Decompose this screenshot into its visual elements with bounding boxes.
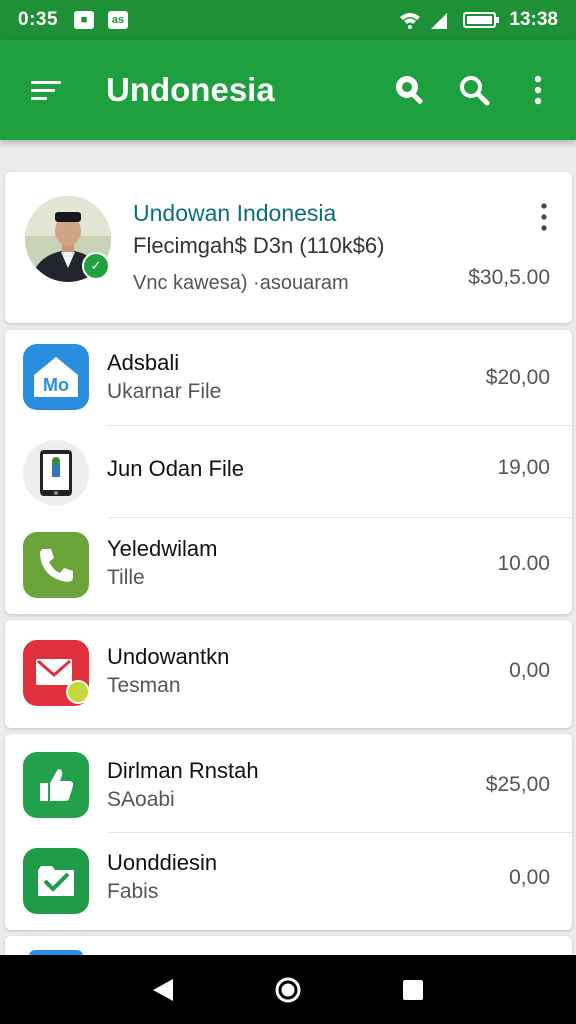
svg-text:Mo: Mo (43, 375, 69, 395)
back-button[interactable] (143, 970, 183, 1010)
recents-icon (403, 979, 424, 1000)
more-vert-icon (534, 75, 542, 105)
search-button[interactable] (450, 66, 498, 114)
item-title: Yeledwilam (107, 536, 218, 561)
profile-description: Vnc kawesa) ·asouaram (133, 272, 349, 294)
zoom-search-button[interactable] (386, 66, 434, 114)
apps-card: Dirlman Rnstah SAoabi $25,00 Uonddiesin … (5, 734, 572, 930)
home-icon: Mo (23, 344, 89, 410)
item-title: Uonddiesin (107, 850, 218, 875)
battery-icon (463, 11, 500, 29)
app-bar: Undonesia (0, 40, 576, 140)
item-detail: Fabis (107, 880, 159, 903)
thumbs-up-icon (23, 752, 89, 818)
signal-icon (429, 11, 449, 29)
online-badge-icon: ✓ (82, 252, 110, 280)
list-item[interactable]: Dirlman Rnstah SAoabi $25,00 (5, 738, 572, 830)
home-circle-icon (275, 977, 301, 1002)
mail-card: Undowantkn Tesman 0,00 (5, 620, 572, 728)
item-amount: $20,00 (485, 366, 550, 389)
menu-button[interactable] (24, 68, 68, 112)
profile-more-button[interactable] (532, 202, 556, 232)
home-button[interactable] (268, 970, 308, 1010)
divider (107, 832, 572, 833)
item-detail: SAoabi (107, 788, 175, 811)
back-icon (152, 978, 173, 1001)
item-amount: 0,00 (509, 659, 550, 682)
app-title: Undonesia (106, 71, 275, 108)
item-amount: $25,00 (485, 773, 550, 796)
profile-card[interactable]: Undowan Indonesia Flecimgah$ D3n (110k$6… (5, 172, 572, 323)
item-title: Dirlman Rnstah (107, 758, 259, 783)
check-folder-icon (23, 848, 89, 914)
search-filled-icon (396, 76, 423, 104)
item-amount: 0,00 (509, 866, 550, 889)
list-item[interactable]: Uonddiesin Fabis 0,00 (5, 834, 572, 926)
item-title: Undowantkn (107, 644, 230, 669)
files-card: Mo Adsbali Ukarnar File $20,00 Jun Odan … (5, 330, 572, 614)
search-icon (460, 76, 490, 106)
list-item[interactable]: Jun Odan File 19,00 (5, 426, 572, 518)
list-item[interactable]: Mo Adsbali Ukarnar File $20,00 (5, 330, 572, 422)
item-detail: Tesman (107, 674, 181, 697)
more-options-button[interactable] (514, 66, 562, 114)
menu-icon (31, 81, 61, 100)
profile-name: Undowan Indonesia (133, 200, 337, 226)
list-item[interactable]: Yeledwilam Tille 10.00 (5, 518, 572, 610)
notification-icon: ■ (74, 11, 95, 29)
item-title: Adsbali (107, 350, 180, 375)
list-item[interactable]: Undowantkn Tesman 0,00 (5, 626, 572, 718)
wifi-icon (399, 11, 421, 29)
item-amount: 10.00 (497, 552, 550, 575)
tablet-icon (23, 440, 89, 506)
item-title: Jun Odan File (107, 456, 244, 481)
item-detail: Tille (107, 566, 145, 589)
phone-icon (23, 532, 89, 598)
profile-subtitle: Flecimgah$ D3n (110k$6) (133, 233, 385, 258)
notification-badge-icon: as (108, 11, 129, 29)
more-vert-icon (541, 203, 547, 231)
status-time-right: 13:38 (509, 9, 558, 30)
recents-button[interactable] (393, 970, 433, 1010)
item-amount: 19,00 (497, 456, 550, 479)
profile-amount: $30,5.00 (468, 266, 550, 289)
navigation-bar (0, 955, 576, 1024)
item-detail: Ukarnar File (107, 380, 222, 403)
badge-icon (66, 680, 90, 704)
status-bar: 0:35 ■ as 13:38 (0, 0, 576, 40)
status-time-left: 0:35 (18, 9, 59, 30)
